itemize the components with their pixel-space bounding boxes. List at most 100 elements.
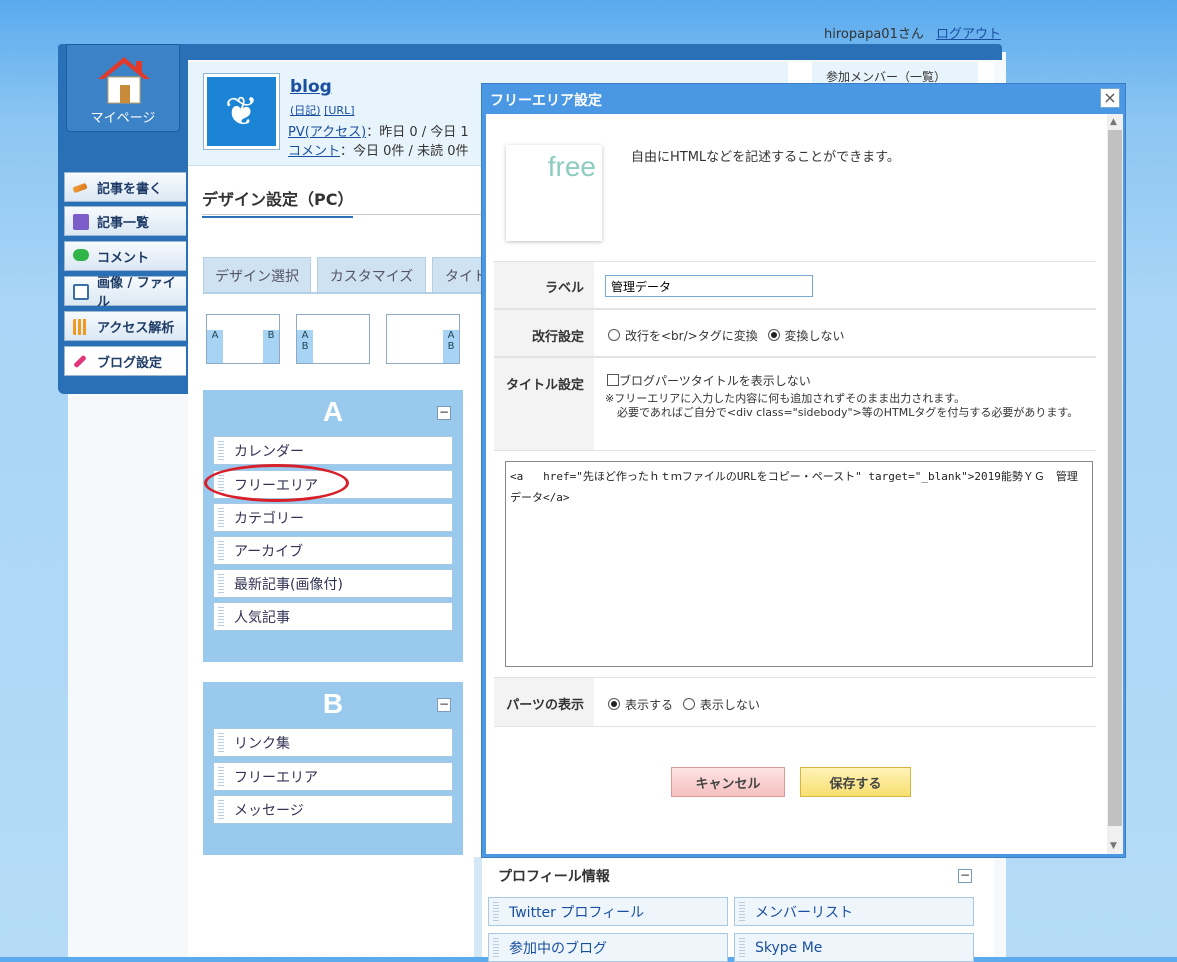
layout-thumb-a-main-b[interactable]: A B xyxy=(206,314,280,364)
top-strip xyxy=(58,44,1002,60)
sidebox-b-title: B xyxy=(322,688,344,719)
nav-label: 記事一覧 xyxy=(97,215,150,231)
newline-keep-radio[interactable] xyxy=(767,329,780,341)
label-input[interactable] xyxy=(605,275,813,297)
layout-col-letter: A xyxy=(301,330,309,341)
display-hide-label: 表示しない xyxy=(699,698,760,712)
pv-link[interactable]: PV(アクセス) xyxy=(288,125,366,140)
display-label: パーツの表示 xyxy=(494,678,594,726)
part-link-list[interactable]: リンク集 xyxy=(213,728,453,757)
blog-title-link[interactable]: blog xyxy=(290,77,332,97)
close-icon[interactable]: × xyxy=(1100,88,1120,108)
title-note-2: 必要であればご自分で<div class="sidebody">等のHTMLタグ… xyxy=(617,406,1079,419)
part-twitter-profile[interactable]: Twitter プロフィール xyxy=(488,897,728,926)
title-note-1: ※フリーエリアに入力した内容に何も追加されずそのまま出力されます。 xyxy=(605,392,966,405)
pv-stats: ：昨日 0 / 今日 1 xyxy=(366,125,469,140)
feather-icon: ❦ xyxy=(207,77,276,146)
layout-thumb-ab-main[interactable]: AB xyxy=(296,314,370,364)
part-free-area[interactable]: フリーエリア xyxy=(213,762,453,791)
image-icon xyxy=(73,284,89,300)
part-skype-me[interactable]: Skype Me xyxy=(734,933,974,962)
comment-link[interactable]: コメント xyxy=(288,144,340,159)
dialog-description: 自由にHTMLなどを記述することができます。 xyxy=(631,150,900,165)
display-row: パーツの表示 表示する 表示しない xyxy=(494,677,1096,727)
mypage-label: マイページ xyxy=(90,111,156,126)
bar-chart-icon xyxy=(73,319,89,335)
newline-keep-label: 変換しない xyxy=(784,329,845,343)
part-message[interactable]: メッセージ xyxy=(213,795,453,824)
username: hiropapa01さん xyxy=(824,27,924,42)
wrench-icon xyxy=(73,354,87,369)
layout-thumb-main-ab[interactable]: AB xyxy=(386,314,460,364)
profile-title: プロフィール情報 xyxy=(498,869,610,885)
divider xyxy=(202,214,492,215)
layout-col-ab: AB xyxy=(443,330,459,363)
tab-underline xyxy=(203,292,493,294)
save-button[interactable]: 保存する xyxy=(800,767,911,797)
hide-title-checkbox[interactable] xyxy=(607,374,619,386)
display-show-radio[interactable] xyxy=(608,698,620,710)
layout-col-letter: A xyxy=(447,330,455,341)
nav-label: アクセス解析 xyxy=(97,320,175,336)
nav-access-analysis[interactable]: アクセス解析 xyxy=(64,311,186,341)
nav-write-post[interactable]: 記事を書く xyxy=(64,172,186,202)
collapse-b-button[interactable]: − xyxy=(437,698,451,712)
nav-blog-settings[interactable]: ブログ設定 xyxy=(64,346,186,376)
dialog-body: free 自由にHTMLなどを記述することができます。 ラベル 改行設定 改行を… xyxy=(486,114,1107,854)
logout-link[interactable]: ログアウト xyxy=(936,27,1001,42)
document-icon xyxy=(73,214,89,230)
nav-post-list[interactable]: 記事一覧 xyxy=(64,206,186,236)
nav-label: コメント xyxy=(97,250,150,266)
newline-convert-label: 改行を<br/>タグに変換 xyxy=(625,329,758,343)
dialog-scrollbar[interactable]: ▲ ▼ xyxy=(1107,114,1123,854)
collapse-a-button[interactable]: − xyxy=(437,406,451,420)
dialog-title: フリーエリア設定 xyxy=(490,93,602,109)
part-calendar[interactable]: カレンダー xyxy=(213,436,453,465)
house-icon xyxy=(98,57,150,104)
layout-col-letter: B xyxy=(447,341,455,352)
speech-bubble-icon xyxy=(73,249,89,261)
free-part-icon: free xyxy=(506,145,602,241)
scroll-thumb[interactable] xyxy=(1108,130,1122,826)
label-label: ラベル xyxy=(494,262,594,308)
nav-label: ブログ設定 xyxy=(97,355,163,371)
layout-col-ab: AB xyxy=(297,330,313,363)
title-setting-label: タイトル設定 xyxy=(494,358,594,450)
part-recent-posts[interactable]: 最新記事(画像付) xyxy=(213,569,453,598)
url-link[interactable]: [URL] xyxy=(324,104,354,117)
hide-title-label: ブログパーツタイトルを表示しない xyxy=(619,374,811,388)
newline-label: 改行設定 xyxy=(494,310,594,356)
layout-col-letter: B xyxy=(301,341,309,352)
diary-link[interactable]: (日記) xyxy=(290,104,321,117)
sidebox-a: A − カレンダー フリーエリア カテゴリー アーカイブ 最新記事(画像付) 人… xyxy=(203,390,463,662)
html-code-textarea[interactable]: <a href="先ほど作ったｈｔｍファイルのURLをコピー・ペースト" tar… xyxy=(505,461,1093,667)
part-popular-posts[interactable]: 人気記事 xyxy=(213,602,453,631)
sidebox-a-title: A xyxy=(322,396,344,427)
display-show-label: 表示する xyxy=(625,698,674,712)
newline-row: 改行設定 改行を<br/>タグに変換 変換しない xyxy=(494,309,1096,357)
collapse-profile-button[interactable]: − xyxy=(958,869,972,883)
nav-label: 記事を書く xyxy=(97,181,163,197)
nav-label: 画像 / ファイル xyxy=(97,276,176,310)
comment-stats: ：今日 0件 / 未読 0件 xyxy=(340,144,469,159)
part-category[interactable]: カテゴリー xyxy=(213,503,453,532)
newline-convert-radio[interactable] xyxy=(608,329,620,341)
highlight-circle xyxy=(204,464,349,502)
scroll-down-icon[interactable]: ▼ xyxy=(1110,841,1117,851)
cancel-button[interactable]: キャンセル xyxy=(671,767,785,797)
part-joined-blogs[interactable]: 参加中のブログ xyxy=(488,933,728,962)
part-member-list[interactable]: メンバーリスト xyxy=(734,897,974,926)
mypage-button[interactable]: マイページ xyxy=(66,44,180,132)
tab-customize[interactable]: カスタマイズ xyxy=(317,257,426,293)
blog-icon: ❦ xyxy=(203,73,280,150)
tab-design-select[interactable]: デザイン選択 xyxy=(203,257,311,293)
nav-images-files[interactable]: 画像 / ファイル xyxy=(64,276,186,310)
display-hide-radio[interactable] xyxy=(682,698,695,710)
part-archive[interactable]: アーカイブ xyxy=(213,536,453,565)
label-row: ラベル xyxy=(494,261,1096,309)
title-setting-row: タイトル設定 ブログパーツタイトルを表示しない ※フリーエリアに入力した内容に何… xyxy=(494,357,1096,451)
nav-comments[interactable]: コメント xyxy=(64,241,186,271)
user-bar: hiropapa01さん ログアウト xyxy=(824,23,1001,42)
sidebox-b: B − リンク集 フリーエリア メッセージ xyxy=(203,682,463,855)
scroll-up-icon[interactable]: ▲ xyxy=(1110,117,1117,127)
